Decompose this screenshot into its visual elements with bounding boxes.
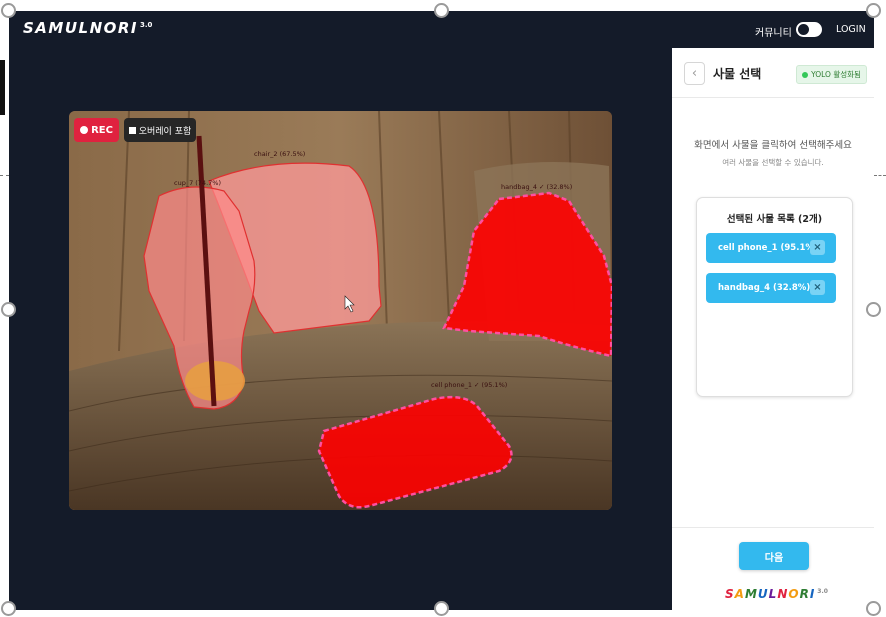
resize-handle[interactable] (866, 3, 881, 18)
next-button[interactable]: 다음 (739, 542, 809, 570)
panel-divider (672, 97, 874, 98)
back-button[interactable]: ‹ (684, 62, 705, 85)
chip-label: handbag_4 (32.8%) (718, 283, 811, 293)
resize-handle[interactable] (434, 601, 449, 616)
status-dot-icon (802, 71, 809, 78)
remove-icon[interactable]: × (810, 280, 825, 295)
record-dot-icon (80, 126, 89, 134)
community-toggle[interactable] (796, 22, 822, 37)
detection-label: handbag_4 ✓ (32.8%) (501, 183, 572, 191)
resize-handle[interactable] (1, 3, 16, 18)
selected-object-chip[interactable]: cell phone_1 (95.1%) × (706, 233, 836, 263)
badge-label: YOLO 활성화됨 (811, 70, 861, 79)
selected-objects-list: 선택된 사물 목록 (2개) cell phone_1 (95.1%) × ha… (696, 197, 853, 397)
resize-handle[interactable] (434, 3, 449, 18)
panel-title: 사물 선택 (713, 67, 762, 81)
chevron-left-icon: ‹ (691, 66, 698, 81)
object-select-panel: ‹ 사물 선택 YOLO 활성화됨 화면에서 사물을 클릭하여 선택해주세요 여… (672, 48, 874, 610)
canvas-guide-left (0, 175, 9, 176)
app-window: SAMULNORI 3.0 커뮤니티 LOGIN cup_7 (74.7%) c… (9, 11, 874, 610)
canvas-guide-right (874, 175, 886, 176)
yolo-status-badge: YOLO 활성화됨 (796, 65, 867, 84)
community-label: 커뮤니티 (755, 28, 792, 39)
detection-label: cup_7 (74.7%) (174, 179, 221, 187)
selected-object-chip[interactable]: handbag_4 (32.8%) × (706, 273, 836, 303)
video-frame: cup_7 (74.7%) chair_2 (67.5%) handbag_4 … (69, 111, 612, 510)
camera-view[interactable]: cup_7 (74.7%) chair_2 (67.5%) handbag_4 … (69, 111, 612, 510)
resize-handle[interactable] (866, 601, 881, 616)
overlay-toggle-button[interactable]: 오버레이 포함 (124, 118, 196, 142)
detection-label: cell phone_1 ✓ (95.1%) (431, 381, 507, 389)
overlay-label: 오버레이 포함 (138, 126, 192, 137)
instruction-text: 화면에서 사물을 클릭하여 선택해주세요 (694, 140, 852, 151)
chip-label: cell phone_1 (95.1%) (718, 243, 818, 253)
rec-button[interactable]: REC (74, 118, 119, 142)
resize-handle[interactable] (1, 302, 16, 317)
rec-label: REC (91, 124, 113, 136)
app-logo[interactable]: SAMULNORI 3.0 (23, 19, 152, 37)
detection-label: chair_2 (67.5%) (254, 150, 305, 158)
remove-icon[interactable]: × (810, 240, 825, 255)
canvas-edge-mark (0, 60, 5, 115)
resize-handle[interactable] (866, 302, 881, 317)
panel-divider (672, 527, 874, 528)
footer-logo: SAMULNORI 3.0 (725, 587, 828, 601)
toggle-knob (798, 24, 809, 35)
instruction-subtext: 여러 사물을 선택할 수 있습니다. (722, 158, 824, 167)
login-link[interactable]: LOGIN (836, 24, 866, 35)
checkbox-icon (128, 126, 136, 134)
list-title: 선택된 사물 목록 (2개) (726, 214, 823, 225)
resize-handle[interactable] (1, 601, 16, 616)
